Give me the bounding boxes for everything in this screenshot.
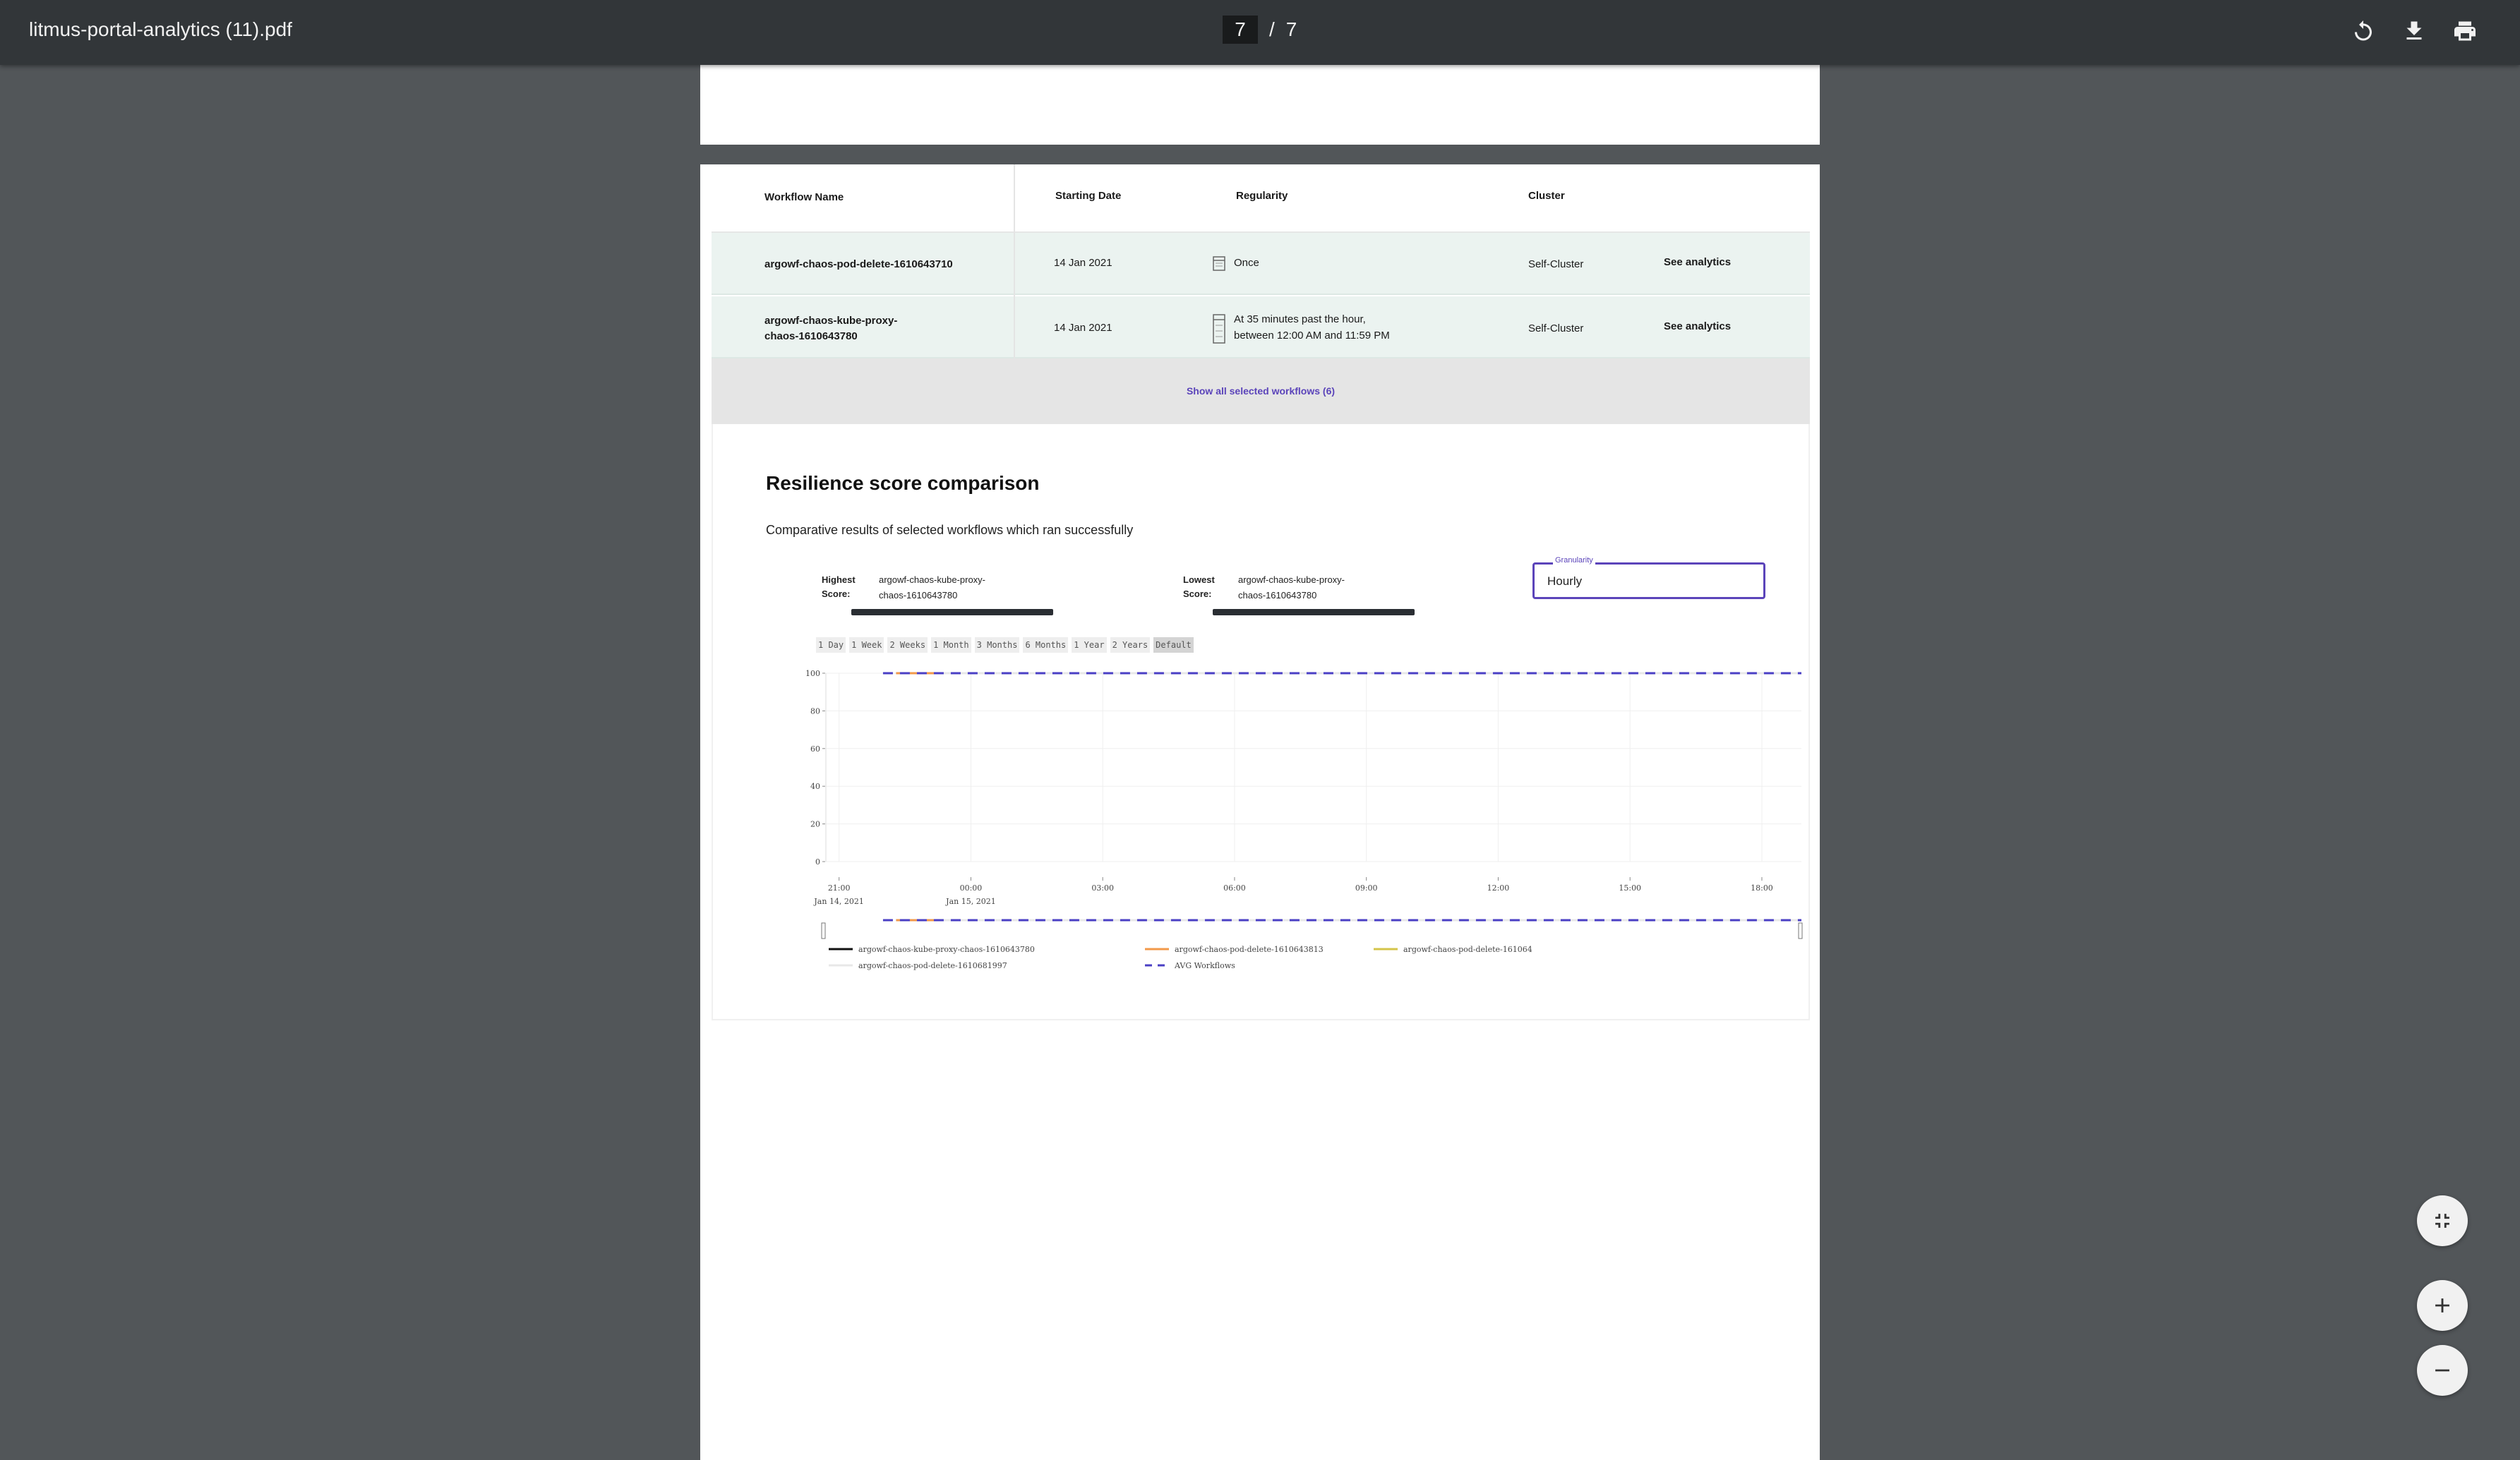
- x-tick-label: 03:00: [1091, 883, 1114, 893]
- y-tick-label: 20: [810, 820, 820, 829]
- table-row: argowf-chaos-pod-delete-1610643710 14 Ja…: [712, 233, 1810, 295]
- x-tick-label: 18:00: [1751, 883, 1773, 893]
- highest-score-value: argowf-chaos-kube-proxy-: [879, 574, 986, 585]
- range-button[interactable]: 3 Months: [974, 637, 1020, 653]
- regularity-cont: between 12:00 AM and 11:59 PM: [1234, 330, 1390, 342]
- starting-date: 14 Jan 2021: [1054, 322, 1112, 334]
- lowest-score-label-cont: Score:: [1183, 589, 1212, 599]
- highest-score-label: Highest: [822, 574, 856, 585]
- page-number-input[interactable]: [1223, 16, 1258, 44]
- legend-label: argowf-chaos-pod-delete-161064: [1403, 945, 1532, 954]
- x-tick-sublabel: Jan 14, 2021: [813, 897, 864, 906]
- see-analytics-link[interactable]: See analytics: [1664, 320, 1731, 332]
- x-tick-label: 00:00: [960, 883, 983, 893]
- zoom-out-icon: [2435, 1369, 2449, 1372]
- range-button[interactable]: 1 Day: [816, 637, 846, 653]
- highest-score-label-cont: Score:: [822, 589, 851, 599]
- granularity-label: Granularity: [1553, 556, 1595, 565]
- y-tick-label: 80: [810, 706, 820, 716]
- range-button[interactable]: 2 Years: [1110, 637, 1151, 653]
- header-regularity: Regularity: [1236, 190, 1288, 202]
- total-pages: 7: [1285, 18, 1297, 40]
- table-row: argowf-chaos-kube-proxy- chaos-161064378…: [712, 296, 1810, 358]
- range-button[interactable]: 2 Weeks: [887, 637, 928, 653]
- x-tick-label: 12:00: [1487, 883, 1510, 893]
- range-button[interactable]: 1 Year: [1072, 637, 1107, 653]
- header-starting-date: Starting Date: [1055, 190, 1122, 202]
- cluster: Self-Cluster: [1528, 322, 1584, 334]
- workflow-name: argowf-chaos-pod-delete-1610643710: [764, 258, 953, 270]
- highest-score-value-cont: chaos-1610643780: [879, 590, 958, 601]
- legend-label: argowf-chaos-kube-proxy-chaos-1610643780: [858, 945, 1035, 954]
- lowest-score-value-cont: chaos-1610643780: [1238, 590, 1317, 601]
- range-selector: 1 Day 1 Week 2 Weeks 1 Month 3 Months 6 …: [816, 637, 1194, 653]
- pdf-page-current: Workflow Name Starting Date Regularity C…: [700, 164, 1820, 1460]
- section-subtitle: Comparative results of selected workflow…: [766, 523, 1134, 537]
- zoom-out-button[interactable]: [2417, 1345, 2468, 1396]
- section-title: Resilience score comparison: [766, 472, 1040, 494]
- document-title: litmus-portal-analytics (11).pdf: [29, 18, 292, 40]
- legend-label: argowf-chaos-pod-delete-1610643813: [1175, 945, 1324, 954]
- y-tick-label: 100: [805, 669, 820, 678]
- cluster: Self-Cluster: [1528, 258, 1584, 270]
- show-all-workflows-link[interactable]: Show all selected workflows (6): [712, 385, 1810, 397]
- calendar-icon: [1213, 256, 1225, 271]
- regularity: Once: [1234, 257, 1259, 269]
- highest-score-bar: [851, 609, 1053, 615]
- table-header-row: Workflow Name Starting Date Regularity C…: [712, 164, 1810, 233]
- workflow-name: argowf-chaos-kube-proxy-: [764, 315, 898, 327]
- header-cluster: Cluster: [1528, 190, 1565, 202]
- range-slider-handle-left: [821, 922, 826, 939]
- range-button[interactable]: 6 Months: [1023, 637, 1069, 653]
- pdf-toolbar: litmus-portal-analytics (11).pdf / 7: [0, 0, 2520, 65]
- y-tick-label: 60: [810, 744, 820, 754]
- page-separator: /: [1269, 18, 1275, 40]
- x-tick-label: 06:00: [1223, 883, 1246, 893]
- workflow-name-cont: chaos-1610643780: [764, 330, 858, 342]
- x-tick-label: 15:00: [1619, 883, 1641, 893]
- print-icon[interactable]: [2449, 16, 2480, 47]
- resilience-card: Resilience score comparison Comparative …: [712, 424, 1810, 1020]
- x-tick-label: 09:00: [1355, 883, 1378, 893]
- fit-page-button[interactable]: [2417, 1195, 2468, 1246]
- lowest-score-bar: [1213, 609, 1415, 615]
- lowest-score-label: Lowest: [1183, 574, 1215, 585]
- legend-label: AVG Workflows: [1174, 961, 1235, 970]
- granularity-select[interactable]: Hourly: [1532, 562, 1765, 599]
- resilience-chart: 0 20 40 60 80 100 21:00 Jan 14, 2021 00:00 Jan 15…: [805, 669, 1803, 970]
- pdf-page-previous: [700, 65, 1820, 145]
- zoom-in-button[interactable]: [2417, 1280, 2468, 1331]
- regularity: At 35 minutes past the hour,: [1234, 313, 1366, 325]
- legend-label: argowf-chaos-pod-delete-1610681997: [858, 961, 1007, 970]
- x-tick-sublabel: Jan 15, 2021: [945, 897, 996, 906]
- range-slider-handle-right: [1798, 922, 1803, 939]
- x-tick-label: 21:00: [828, 883, 851, 893]
- range-button[interactable]: 1 Week: [849, 637, 884, 653]
- lowest-score-value: argowf-chaos-kube-proxy-: [1238, 574, 1345, 585]
- granularity-value: Hourly: [1547, 574, 1583, 588]
- workflow-table: Workflow Name Starting Date Regularity C…: [712, 164, 1810, 424]
- rotate-icon[interactable]: [2348, 16, 2379, 47]
- column-divider: [1014, 164, 1015, 358]
- show-all-bar: Show all selected workflows (6): [712, 358, 1810, 424]
- y-tick-label: 40: [810, 782, 820, 791]
- see-analytics-link[interactable]: See analytics: [1664, 256, 1731, 268]
- range-button-active[interactable]: Default: [1153, 637, 1194, 653]
- starting-date: 14 Jan 2021: [1054, 257, 1112, 269]
- header-workflow-name: Workflow Name: [764, 191, 844, 203]
- zoom-in-icon: [2435, 1298, 2449, 1313]
- download-icon[interactable]: [2399, 16, 2430, 47]
- range-button[interactable]: 1 Month: [931, 637, 971, 653]
- page-navigation: / 7: [1223, 16, 1297, 44]
- fit-page-icon: [2435, 1214, 2449, 1228]
- y-tick-label: 0: [815, 857, 820, 867]
- calendar-icon: [1213, 314, 1225, 344]
